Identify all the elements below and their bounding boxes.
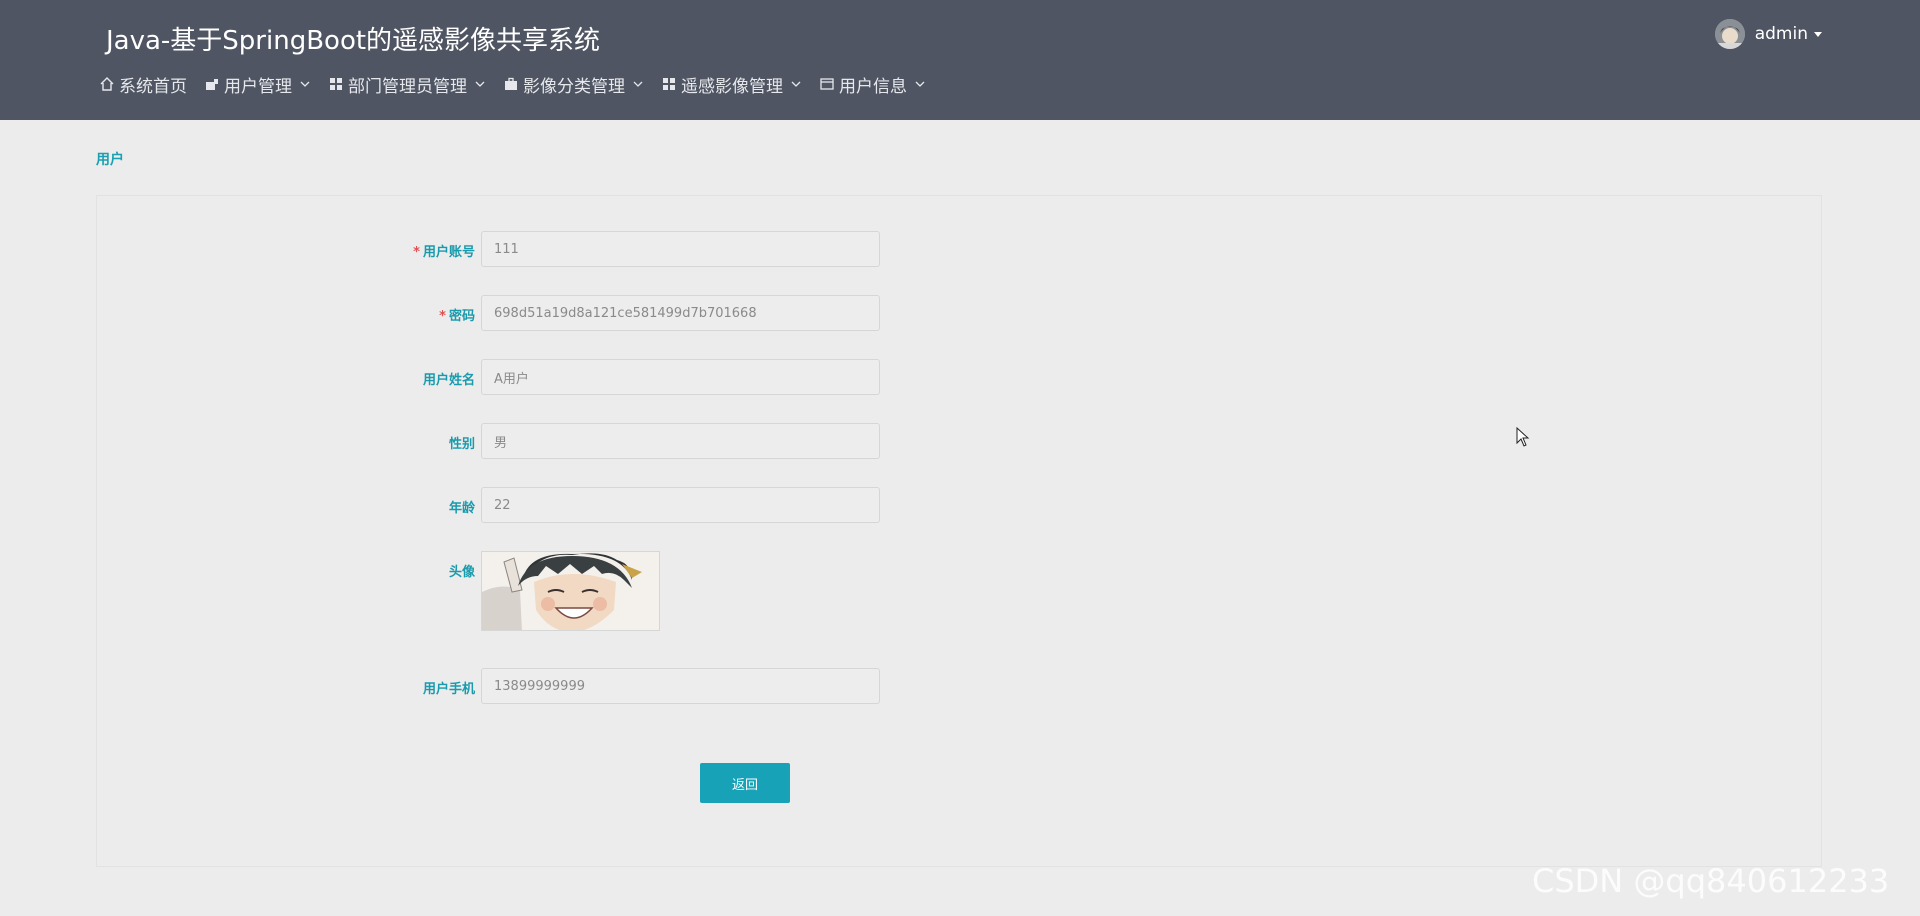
user-icon	[203, 75, 221, 93]
user-menu[interactable]: admin	[1714, 19, 1822, 49]
nav-item-image-category-management[interactable]: 影像分类管理	[502, 72, 644, 97]
account-label-text: 用户账号	[422, 245, 475, 260]
password-label: * 密码	[257, 305, 475, 324]
nav-item-home[interactable]: 系统首页	[98, 72, 187, 97]
grid-icon	[660, 75, 678, 93]
password-label-text: 密码	[448, 309, 475, 324]
top-header: Java-基于SpringBoot的遥感影像共享系统 系统首页 用户管理 部门管…	[0, 0, 1920, 120]
main-nav: 系统首页 用户管理 部门管理员管理 影像分类管理 遥感影像管理 用户信息	[98, 72, 942, 97]
nav-item-label: 系统首页	[119, 76, 187, 97]
chevron-down-icon	[474, 78, 486, 90]
chevron-down-icon	[914, 78, 926, 90]
avatar-label: 头像	[448, 565, 475, 580]
chevron-down-icon	[299, 78, 311, 90]
mouse-cursor-icon	[1516, 426, 1530, 451]
nav-item-label: 用户管理	[224, 76, 292, 97]
grid-icon	[327, 75, 345, 93]
user-detail-panel: *用户账号 *密码 用户姓名 性别 年龄 头像	[96, 195, 1822, 867]
watermark: CSDN @qq840612233	[1532, 862, 1890, 900]
age-label: 年龄	[448, 501, 475, 516]
back-button[interactable]: 返回	[700, 763, 790, 803]
required-mark: *	[413, 245, 420, 260]
nav-item-user-info[interactable]: 用户信息	[818, 72, 926, 97]
chevron-down-icon	[632, 78, 644, 90]
avatar	[1714, 19, 1745, 49]
gender-label: 性别	[448, 437, 475, 452]
username: admin	[1754, 24, 1808, 44]
nav-item-remote-image-management[interactable]: 遥感影像管理	[660, 72, 802, 97]
home-icon	[98, 75, 116, 93]
nav-item-label: 遥感影像管理	[681, 76, 783, 97]
nav-item-label: 部门管理员管理	[348, 76, 467, 97]
avatar-image[interactable]	[481, 551, 660, 631]
account-field[interactable]	[481, 231, 880, 267]
nav-item-user-management[interactable]: 用户管理	[203, 72, 311, 97]
nav-item-dept-admin-management[interactable]: 部门管理员管理	[327, 72, 486, 97]
account-label: * 用户账号	[257, 241, 475, 260]
breadcrumb: 用户	[96, 152, 124, 168]
chevron-down-icon	[790, 78, 802, 90]
name-label: 用户姓名	[422, 373, 475, 388]
nav-item-label: 用户信息	[839, 76, 907, 97]
nav-item-label: 影像分类管理	[523, 76, 625, 97]
name-field[interactable]	[481, 359, 880, 395]
password-field[interactable]	[481, 295, 880, 331]
required-mark: *	[439, 309, 446, 324]
app-title: Java-基于SpringBoot的遥感影像共享系统	[106, 26, 601, 56]
phone-field[interactable]	[481, 668, 880, 704]
card-icon	[818, 75, 836, 93]
phone-label: 用户手机	[422, 682, 475, 697]
gender-field[interactable]	[481, 423, 880, 459]
caret-down-icon	[1814, 31, 1822, 37]
age-field[interactable]	[481, 487, 880, 523]
briefcase-icon	[502, 75, 520, 93]
